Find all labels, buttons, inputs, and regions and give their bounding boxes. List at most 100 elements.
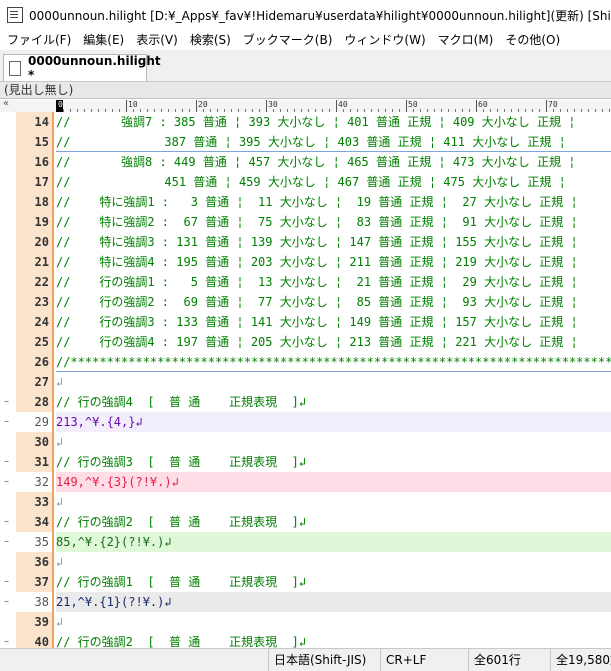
line-number[interactable]: 25 xyxy=(16,332,54,352)
editor-line[interactable]: 26//************************************… xyxy=(0,352,611,372)
editor-line[interactable]: –40// 行の強調2 [ 普 通 正規表現 ]↲ xyxy=(0,632,611,648)
line-text: ↲ xyxy=(56,615,64,629)
editor-line[interactable]: –38 21,^¥.{1}(?!¥.)↲ xyxy=(0,592,611,612)
line-number[interactable]: 14 xyxy=(16,112,54,132)
window-title: 0000unnoun.hilight [D:¥_Apps¥_fav¥!Hidem… xyxy=(29,8,611,23)
line-number[interactable]: 31 xyxy=(16,452,54,472)
status-newline[interactable]: CR+LF xyxy=(380,649,468,671)
editor-line[interactable]: 20// 特に強調3 : 131 普通 ¦ 139 大小なし ¦ 147 普通 … xyxy=(0,232,611,252)
menu-bookmark[interactable]: ブックマーク(B) xyxy=(237,30,339,50)
line-text: // 特に強調1 : 3 普通 ¦ 11 大小なし ¦ 19 普通 正規 ¦ 2… xyxy=(56,195,578,209)
fold-marker-icon[interactable]: – xyxy=(4,532,9,552)
menu-edit[interactable]: 編集(E) xyxy=(77,30,130,50)
line-text: // 行の強調3 : 133 普通 ¦ 141 大小なし ¦ 149 普通 正規… xyxy=(56,315,578,329)
status-bar: 日本語(Shift-JIS) CR+LF 全601行 全19,580文 xyxy=(0,648,611,671)
editor-line[interactable]: –32 149,^¥.{3}(?!¥.)↲ xyxy=(0,472,611,492)
line-number[interactable]: 39 xyxy=(16,612,54,632)
editor-line[interactable]: 14// 強調7 : 385 普通 ¦ 393 大小なし ¦ 401 普通 正規… xyxy=(0,112,611,132)
editor-line[interactable]: 30 ↲ xyxy=(0,432,611,452)
editor-line[interactable]: 24// 行の強調3 : 133 普通 ¦ 141 大小なし ¦ 149 普通 … xyxy=(0,312,611,332)
tab-bar: 0000unnoun.hilight * xyxy=(0,50,611,82)
editor-line[interactable]: –29 213,^¥.{4,}↲ xyxy=(0,412,611,432)
editor-line[interactable]: –31// 行の強調3 [ 普 通 正規表現 ]↲ xyxy=(0,452,611,472)
line-number[interactable]: 23 xyxy=(16,292,54,312)
line-number[interactable]: 19 xyxy=(16,212,54,232)
line-text: // 行の強調3 [ 普 通 正規表現 ]↲ xyxy=(56,455,307,469)
ruler-tick-label: 10 xyxy=(128,100,138,109)
editor-line[interactable]: 15// 387 普通 ¦ 395 大小なし ¦ 403 普通 正規 ¦ 411… xyxy=(0,132,611,152)
line-number[interactable]: 21 xyxy=(16,252,54,272)
line-text: // 行の強調1 : 5 普通 ¦ 13 大小なし ¦ 21 普通 正規 ¦ 2… xyxy=(56,275,578,289)
line-number[interactable]: 24 xyxy=(16,312,54,332)
text-editor[interactable]: 14// 強調7 : 385 普通 ¦ 393 大小なし ¦ 401 普通 正規… xyxy=(0,112,611,648)
editor-line[interactable]: 18// 特に強調1 : 3 普通 ¦ 11 大小なし ¦ 19 普通 正規 ¦… xyxy=(0,192,611,212)
editor-line[interactable]: –35 85,^¥.{2}(?!¥.)↲ xyxy=(0,532,611,552)
fold-marker-icon[interactable]: – xyxy=(4,412,9,432)
fold-marker-icon[interactable]: – xyxy=(4,572,9,592)
line-number[interactable]: 27 xyxy=(16,372,54,392)
menu-other[interactable]: その他(O) xyxy=(499,30,566,50)
line-text: // 強調8 : 449 普通 ¦ 457 大小なし ¦ 465 普通 正規 ¦… xyxy=(56,155,576,169)
line-text: // 行の強調4 [ 普 通 正規表現 ]↲ xyxy=(56,395,307,409)
line-number[interactable]: 37 xyxy=(16,572,54,592)
editor-line[interactable]: 21// 特に強調4 : 195 普通 ¦ 203 大小なし ¦ 211 普通 … xyxy=(0,252,611,272)
fold-marker-icon[interactable]: – xyxy=(4,392,9,412)
line-number[interactable]: 40 xyxy=(16,632,54,648)
line-number[interactable]: 22 xyxy=(16,272,54,292)
line-number[interactable]: 34 xyxy=(16,512,54,532)
editor-line[interactable]: 16// 強調8 : 449 普通 ¦ 457 大小なし ¦ 465 普通 正規… xyxy=(0,152,611,172)
editor-line[interactable]: 36 ↲ xyxy=(0,552,611,572)
line-text: ↲ xyxy=(56,435,64,449)
ruler-collapse-icon[interactable]: « xyxy=(3,100,9,109)
editor-line[interactable]: 22// 行の強調1 : 5 普通 ¦ 13 大小なし ¦ 21 普通 正規 ¦… xyxy=(0,272,611,292)
line-separator xyxy=(56,151,611,152)
editor-line[interactable]: 27 ↲ xyxy=(0,372,611,392)
tab-document[interactable]: 0000unnoun.hilight * xyxy=(3,54,161,82)
line-number[interactable]: 18 xyxy=(16,192,54,212)
editor-line[interactable]: 19// 特に強調2 : 67 普通 ¦ 75 大小なし ¦ 83 普通 正規 … xyxy=(0,212,611,232)
line-text: 213,^¥.{4,}↲ xyxy=(56,415,143,429)
menu-search[interactable]: 検索(S) xyxy=(184,30,237,50)
editor-line[interactable]: –37// 行の強調1 [ 普 通 正規表現 ]↲ xyxy=(0,572,611,592)
hidemaru-app-icon[interactable] xyxy=(7,7,23,23)
editor-line[interactable]: 17// 451 普通 ¦ 459 大小なし ¦ 467 普通 正規 ¦ 475… xyxy=(0,172,611,192)
menu-window[interactable]: ウィンドウ(W) xyxy=(338,30,431,50)
line-number[interactable]: 32 xyxy=(16,472,54,492)
line-number[interactable]: 17 xyxy=(16,172,54,192)
menu-view[interactable]: 表示(V) xyxy=(130,30,184,50)
ruler-tick-label: 70 xyxy=(548,100,558,109)
title-bar: 0000unnoun.hilight [D:¥_Apps¥_fav¥!Hidem… xyxy=(0,0,611,30)
status-line-count: 全601行 xyxy=(468,649,550,671)
line-number[interactable]: 35 xyxy=(16,532,54,552)
ruler-tick-label: 30 xyxy=(268,100,278,109)
line-number[interactable]: 28 xyxy=(16,392,54,412)
editor-line[interactable]: –34// 行の強調2 [ 普 通 正規表現 ]↲ xyxy=(0,512,611,532)
editor-line[interactable]: 33 ↲ xyxy=(0,492,611,512)
menu-file[interactable]: ファイル(F) xyxy=(0,30,77,50)
fold-marker-icon[interactable]: – xyxy=(4,592,9,612)
editor-line[interactable]: 23// 行の強調2 : 69 普通 ¦ 77 大小なし ¦ 85 普通 正規 … xyxy=(0,292,611,312)
line-number[interactable]: 38 xyxy=(16,592,54,612)
line-number[interactable]: 36 xyxy=(16,552,54,572)
status-char-count: 全19,580文 xyxy=(550,649,611,671)
line-number[interactable]: 15 xyxy=(16,132,54,152)
fold-marker-icon[interactable]: – xyxy=(4,632,9,648)
fold-marker-icon[interactable]: – xyxy=(4,512,9,532)
line-text: ↲ xyxy=(56,495,64,509)
line-number[interactable]: 29 xyxy=(16,412,54,432)
editor-line[interactable]: 39 ↲ xyxy=(0,612,611,632)
line-number[interactable]: 26 xyxy=(16,352,54,372)
menu-macro[interactable]: マクロ(M) xyxy=(432,30,500,50)
outline-bar[interactable]: (見出し無し) xyxy=(0,82,611,99)
editor-line[interactable]: –28// 行の強調4 [ 普 通 正規表現 ]↲ xyxy=(0,392,611,412)
line-number[interactable]: 20 xyxy=(16,232,54,252)
tab-label: 0000unnoun.hilight * xyxy=(28,54,161,82)
editor-line[interactable]: 25// 行の強調4 : 197 普通 ¦ 205 大小なし ¦ 213 普通 … xyxy=(0,332,611,352)
status-encoding[interactable]: 日本語(Shift-JIS) xyxy=(268,649,380,671)
line-number[interactable]: 33 xyxy=(16,492,54,512)
fold-marker-icon[interactable]: – xyxy=(4,472,9,492)
line-number[interactable]: 16 xyxy=(16,152,54,172)
line-number[interactable]: 30 xyxy=(16,432,54,452)
fold-marker-icon[interactable]: – xyxy=(4,452,9,472)
menu-bar: ファイル(F) 編集(E) 表示(V) 検索(S) ブックマーク(B) ウィンド… xyxy=(0,30,611,50)
